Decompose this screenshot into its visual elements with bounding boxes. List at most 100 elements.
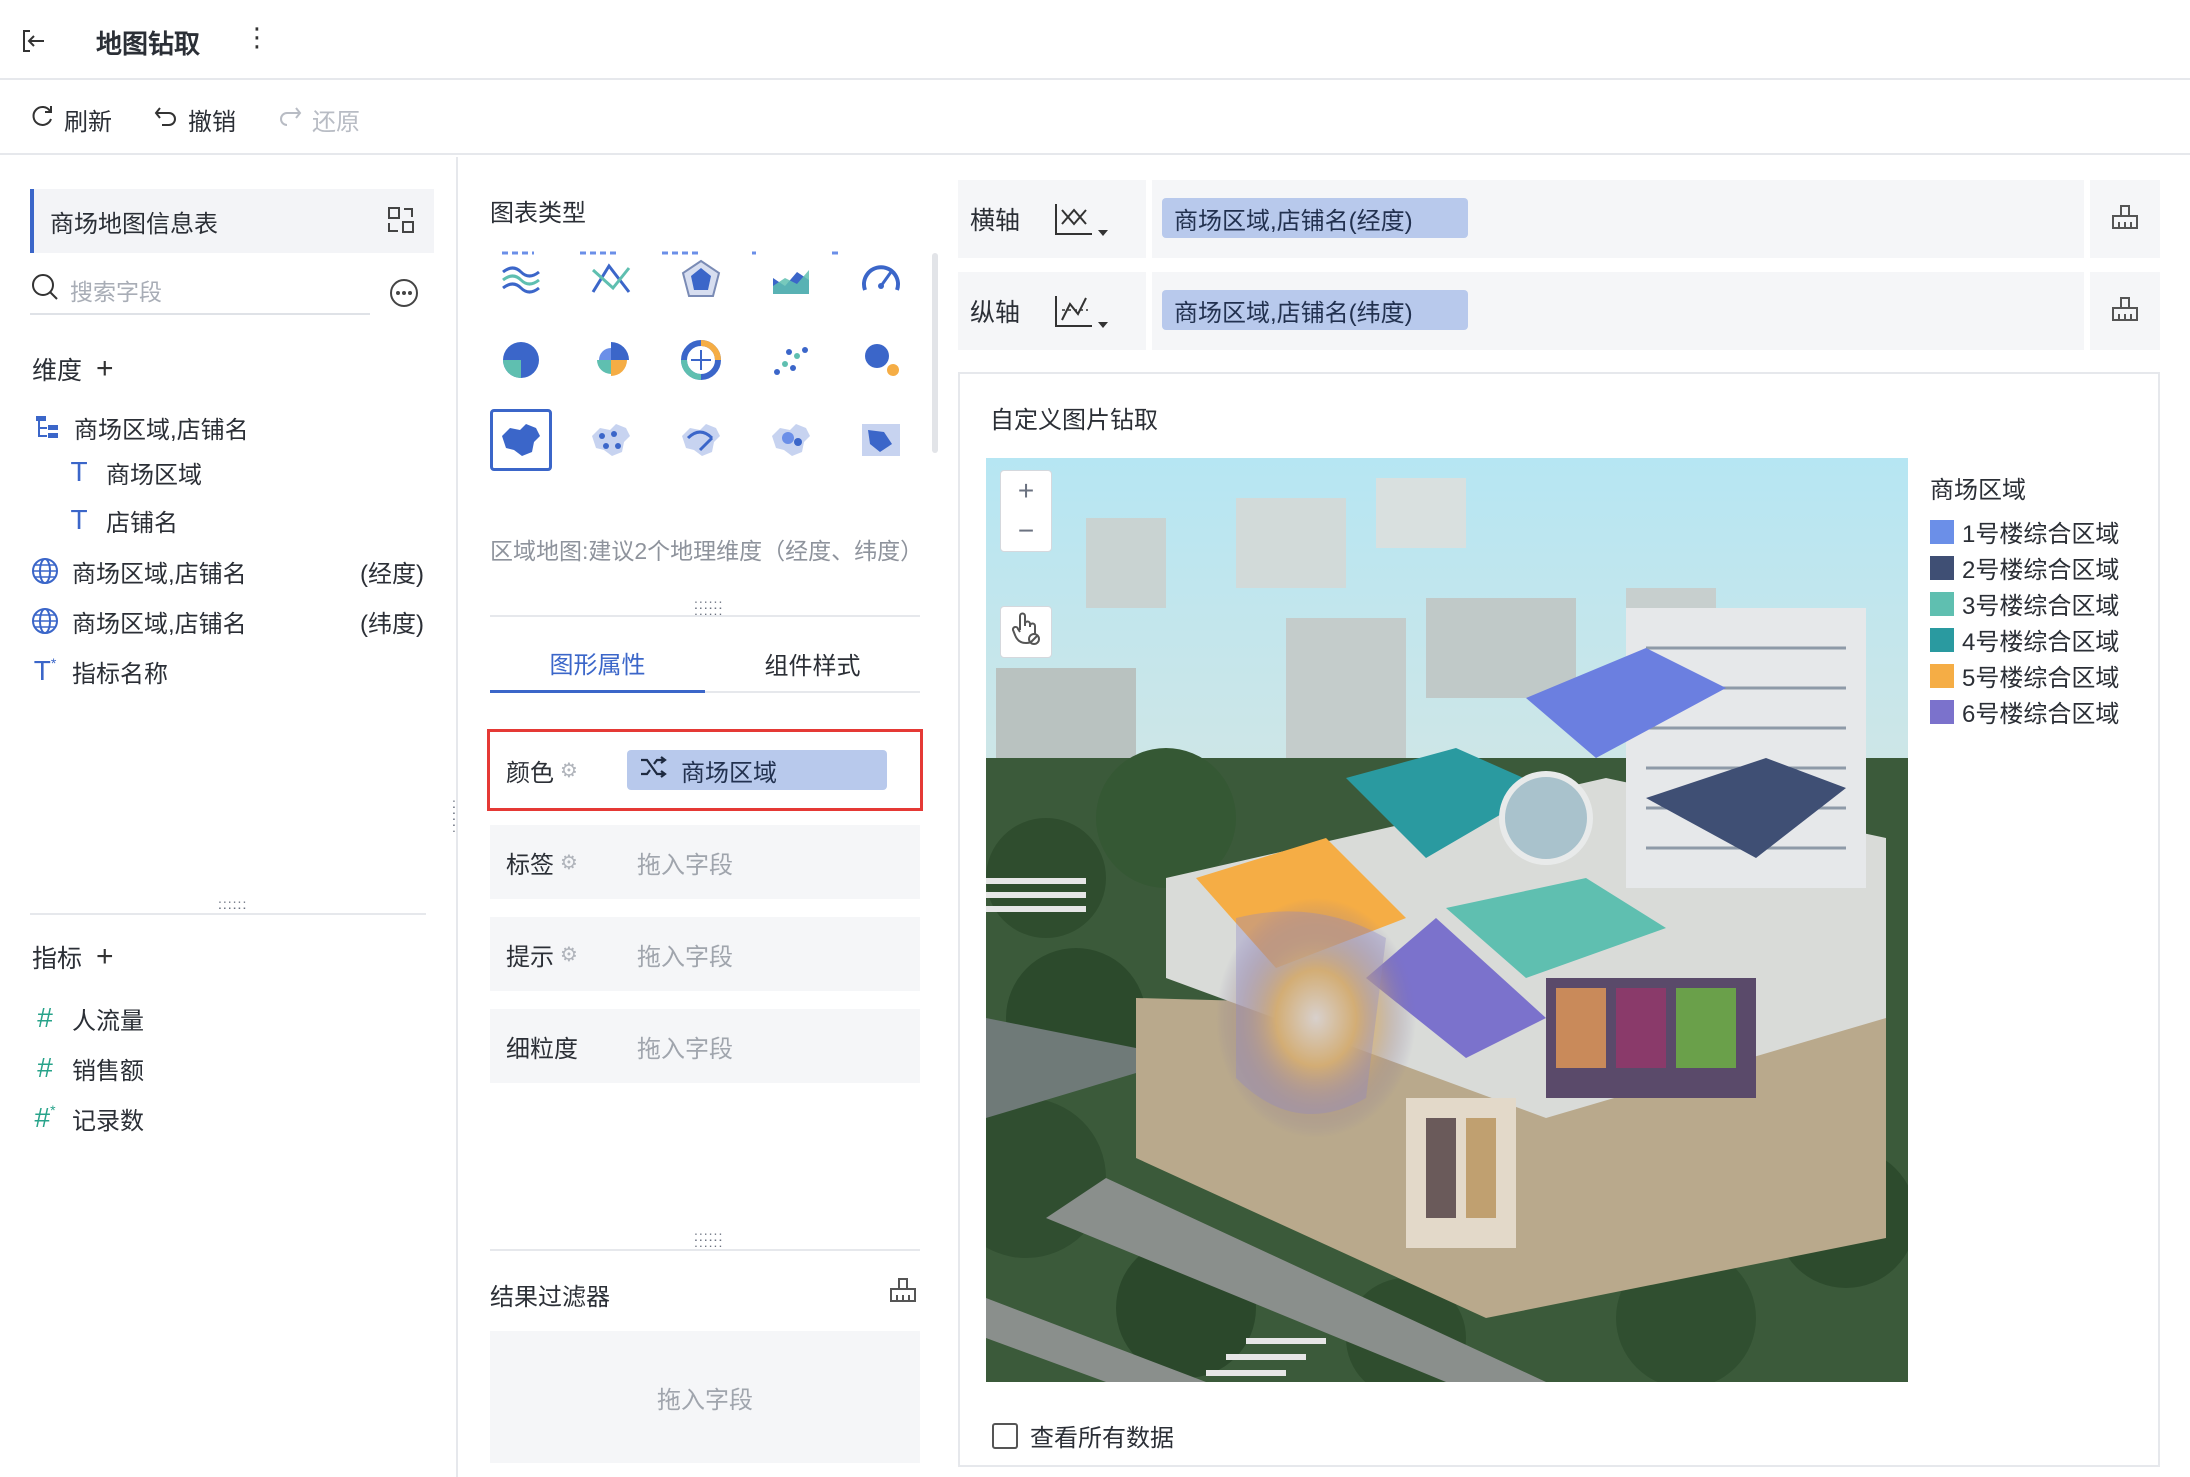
section-divider (490, 1249, 920, 1251)
chart-type-point-map[interactable] (580, 409, 642, 471)
prop-label-tooltip: 提示 (506, 943, 554, 971)
x-axis-label: 横轴 (970, 207, 1021, 235)
legend-label: 5号楼综合区域 (1962, 665, 2120, 692)
legend-swatch (1930, 591, 1954, 616)
label-drop-zone[interactable]: 拖入字段 (637, 845, 733, 880)
dimension-label: 商场区域,店铺名 (74, 416, 249, 444)
chart-type-gauge[interactable] (850, 249, 912, 311)
x-axis-type-icon[interactable] (1052, 200, 1112, 247)
view-all-label: 查看所有数据 (1030, 1425, 1174, 1452)
prop-row-granularity[interactable]: 细粒度 拖入字段 (490, 1009, 920, 1083)
dimension-section-title: 维度 + (32, 351, 114, 387)
chart-type-pie[interactable] (490, 329, 552, 391)
add-measure-icon[interactable]: + (96, 940, 114, 974)
dimension-label: 指标名称 (72, 660, 168, 688)
chart-type-stream[interactable] (490, 249, 552, 311)
switch-dataset-icon[interactable] (386, 205, 416, 242)
legend-item[interactable]: 4号楼综合区域 (1930, 622, 2119, 657)
view-all-checkbox[interactable] (992, 1422, 1018, 1449)
chart-type-flow-map[interactable] (670, 409, 732, 471)
add-dimension-icon[interactable]: + (96, 352, 114, 386)
chart-type-resize-grip[interactable]: :::::::::::: (694, 597, 723, 617)
search-input[interactable]: 搜索字段 (70, 273, 162, 307)
dimension-item[interactable]: T 店铺名 (64, 502, 178, 538)
dimension-title: 维度 (32, 357, 83, 385)
measure-item[interactable]: # * 记录数 (30, 1100, 144, 1136)
chart-type-bubble[interactable] (850, 329, 912, 391)
legend-item[interactable]: 1号楼综合区域 (1930, 514, 2119, 549)
gear-icon[interactable]: ⚙ (560, 850, 578, 875)
prop-row-label[interactable]: 标签 ⚙ 拖入字段 (490, 825, 920, 899)
dimension-item[interactable]: T 商场区域 (64, 454, 202, 490)
chart-type-scrollbar[interactable] (932, 253, 938, 453)
chart-canvas: 自定义图片钻取 + − 商场区域 1号楼综合区域 2号楼综合区域 3号楼综合区域… (958, 372, 2160, 1467)
zoom-in-icon[interactable]: + (1018, 471, 1034, 511)
legend-swatch (1930, 627, 1954, 652)
chart-type-custom-image-map[interactable] (850, 409, 912, 471)
field-search[interactable]: 搜索字段 (30, 267, 370, 315)
more-menu-icon[interactable]: ⋮ (244, 22, 270, 53)
clear-icon (2110, 294, 2140, 329)
legend-label: 2号楼综合区域 (1962, 557, 2120, 584)
chart-type-parallel[interactable] (580, 249, 642, 311)
chart-type-hint: 区域地图:建议2个地理维度（经度、纬度） (490, 538, 924, 564)
redo-icon (276, 102, 312, 137)
legend-swatch (1930, 519, 1954, 544)
dimension-item[interactable]: 商场区域,店铺名 (纬度) (30, 603, 430, 639)
hash-icon: # (37, 1052, 53, 1083)
dimension-item[interactable]: 商场区域,店铺名 (32, 409, 249, 445)
filter-resize-grip[interactable]: :::::::::::: (694, 1229, 723, 1249)
legend-label: 4号楼综合区域 (1962, 629, 2120, 656)
more-options-icon[interactable] (388, 277, 420, 314)
tab-component-style[interactable]: 组件样式 (705, 635, 920, 693)
legend-item[interactable]: 6号楼综合区域 (1930, 694, 2119, 729)
gear-icon[interactable]: ⚙ (560, 942, 578, 967)
x-axis-row: 横轴 商场区域,店铺名(经度) (958, 180, 2160, 258)
chart-type-radar[interactable] (670, 249, 732, 311)
clear-icon (2110, 202, 2140, 237)
chart-type-region-map[interactable] (490, 409, 552, 471)
dimension-item[interactable]: T * 指标名称 (30, 653, 168, 689)
view-all-data-option[interactable]: 查看所有数据 (992, 1418, 1174, 1453)
dataset-selector[interactable]: 商场地图信息表 (30, 189, 434, 253)
prop-row-tooltip[interactable]: 提示 ⚙ 拖入字段 (490, 917, 920, 991)
mall-image-map[interactable] (986, 458, 1908, 1382)
exit-icon[interactable] (18, 26, 48, 61)
dimension-item[interactable]: 商场区域,店铺名 (经度) (30, 553, 430, 589)
zoom-controls: + − (1000, 470, 1052, 552)
chart-type-scatter[interactable] (760, 329, 822, 391)
granularity-drop-zone[interactable]: 拖入字段 (637, 1029, 733, 1064)
measure-item[interactable]: # 人流量 (30, 1000, 144, 1036)
zoom-out-icon[interactable]: − (1018, 511, 1034, 551)
chart-type-donut[interactable] (670, 329, 732, 391)
undo-button[interactable]: 撤销 (152, 102, 236, 136)
clear-x-axis-button[interactable] (2090, 180, 2160, 258)
chart-type-area[interactable] (760, 249, 822, 311)
filter-drop-zone[interactable]: 拖入字段 (490, 1331, 920, 1463)
tab-graphic-properties[interactable]: 图形属性 (490, 635, 705, 693)
legend-item[interactable]: 3号楼综合区域 (1930, 586, 2119, 621)
legend-title: 商场区域 (1930, 477, 2026, 504)
panel-resize-grip[interactable]: :::::::::::: (218, 897, 247, 917)
legend-item[interactable]: 5号楼综合区域 (1930, 658, 2119, 693)
prop-label-granularity: 细粒度 (506, 1035, 578, 1063)
globe-icon (30, 607, 60, 635)
drill-pointer-button[interactable] (1000, 606, 1052, 658)
x-axis-field-pill[interactable]: 商场区域,店铺名(经度) (1162, 198, 1468, 238)
chart-type-rose[interactable] (580, 329, 642, 391)
clear-y-axis-button[interactable] (2090, 272, 2160, 350)
measure-item[interactable]: # 销售额 (30, 1050, 144, 1086)
tooltip-drop-zone[interactable]: 拖入字段 (637, 937, 733, 972)
legend-item[interactable]: 2号楼综合区域 (1930, 550, 2119, 585)
prop-label-label: 标签 (506, 851, 554, 879)
refresh-button[interactable]: 刷新 (28, 102, 112, 136)
y-axis-type-icon[interactable] (1052, 292, 1112, 339)
x-axis-drop-zone[interactable]: 商场区域,店铺名(经度) (1152, 180, 2084, 258)
hash-icon: # (37, 1002, 53, 1033)
pointer-hand-icon (1010, 612, 1042, 653)
clear-filter-icon[interactable] (888, 1275, 918, 1310)
chart-type-heat-map[interactable] (760, 409, 822, 471)
y-axis-field-pill[interactable]: 商场区域,店铺名(纬度) (1162, 290, 1468, 330)
y-axis-drop-zone[interactable]: 商场区域,店铺名(纬度) (1152, 272, 2084, 350)
redo-button[interactable]: 还原 (276, 102, 360, 136)
